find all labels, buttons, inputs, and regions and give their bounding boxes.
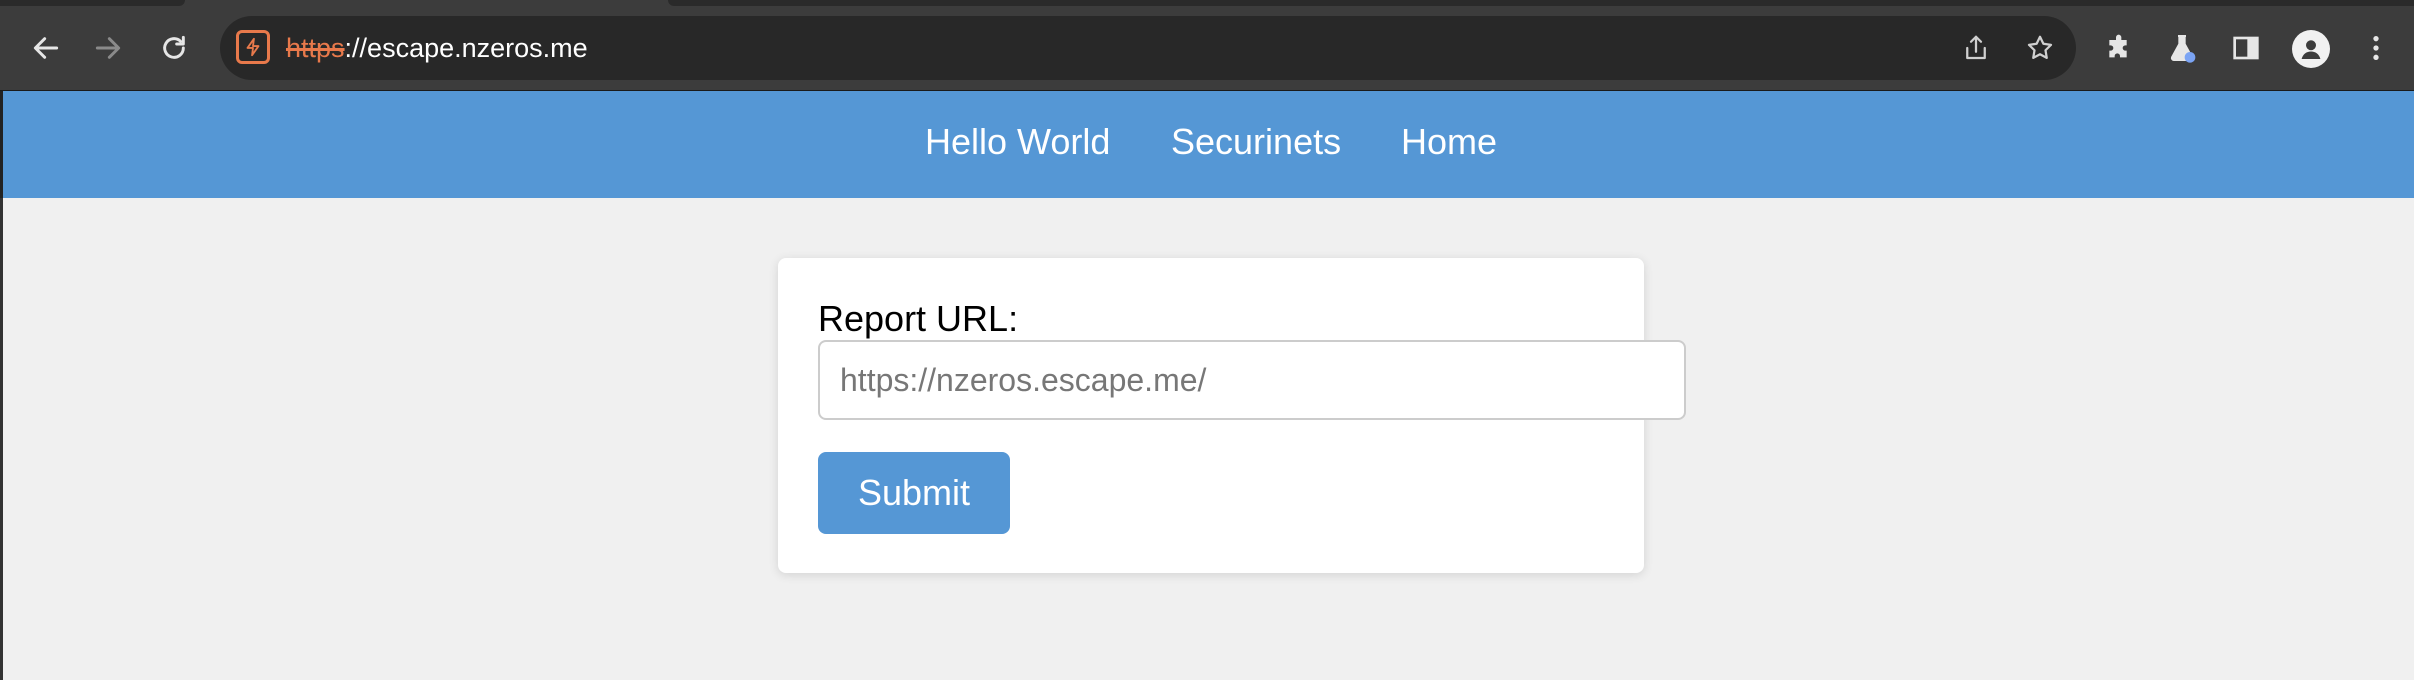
star-icon xyxy=(2027,35,2053,59)
url-text[interactable]: https://escape.nzeros.me xyxy=(286,33,588,64)
site-navbar: Hello World Securinets Home xyxy=(0,91,2414,198)
window-edge xyxy=(0,198,3,680)
puzzle-icon xyxy=(2109,34,2127,58)
report-url-input[interactable] xyxy=(818,340,1686,420)
reload-icon xyxy=(163,35,185,59)
not-secure-warning-icon[interactable] xyxy=(236,30,270,64)
kebab-menu-icon xyxy=(2373,36,2379,60)
bookmark-button[interactable] xyxy=(2020,28,2060,68)
browser-menu-button[interactable] xyxy=(2354,26,2398,70)
nav-link-hello-world[interactable]: Hello World xyxy=(925,121,1110,163)
nav-link-securinets[interactable]: Securinets xyxy=(1171,121,1341,163)
browser-toolbar: https://escape.nzeros.me xyxy=(0,0,2414,91)
back-button[interactable] xyxy=(24,26,68,70)
address-bar[interactable]: https://escape.nzeros.me xyxy=(220,16,2076,80)
arrow-right-icon xyxy=(95,37,121,59)
tab-strip-left xyxy=(0,0,185,6)
share-button[interactable] xyxy=(1956,28,1996,68)
url-host: ://escape.nzeros.me xyxy=(344,33,588,63)
report-url-label: Report URL: xyxy=(818,298,1019,339)
forward-button[interactable] xyxy=(86,26,130,70)
profile-button[interactable] xyxy=(2292,30,2330,68)
extensions-button[interactable] xyxy=(2098,26,2142,70)
side-panel-icon xyxy=(2233,36,2259,60)
flask-icon xyxy=(2170,35,2196,63)
nav-link-home[interactable]: Home xyxy=(1401,121,1497,163)
share-icon xyxy=(1966,35,1986,60)
arrow-left-icon xyxy=(33,37,59,59)
person-icon xyxy=(2301,40,2321,59)
reload-button[interactable] xyxy=(152,26,196,70)
url-scheme: https xyxy=(286,33,345,63)
tab-strip-right xyxy=(668,0,2414,6)
report-form-card: Report URL: Submit xyxy=(778,258,1686,573)
side-panel-button[interactable] xyxy=(2224,26,2268,70)
submit-button[interactable]: Submit xyxy=(818,452,1010,534)
labs-button[interactable] xyxy=(2160,26,2204,70)
